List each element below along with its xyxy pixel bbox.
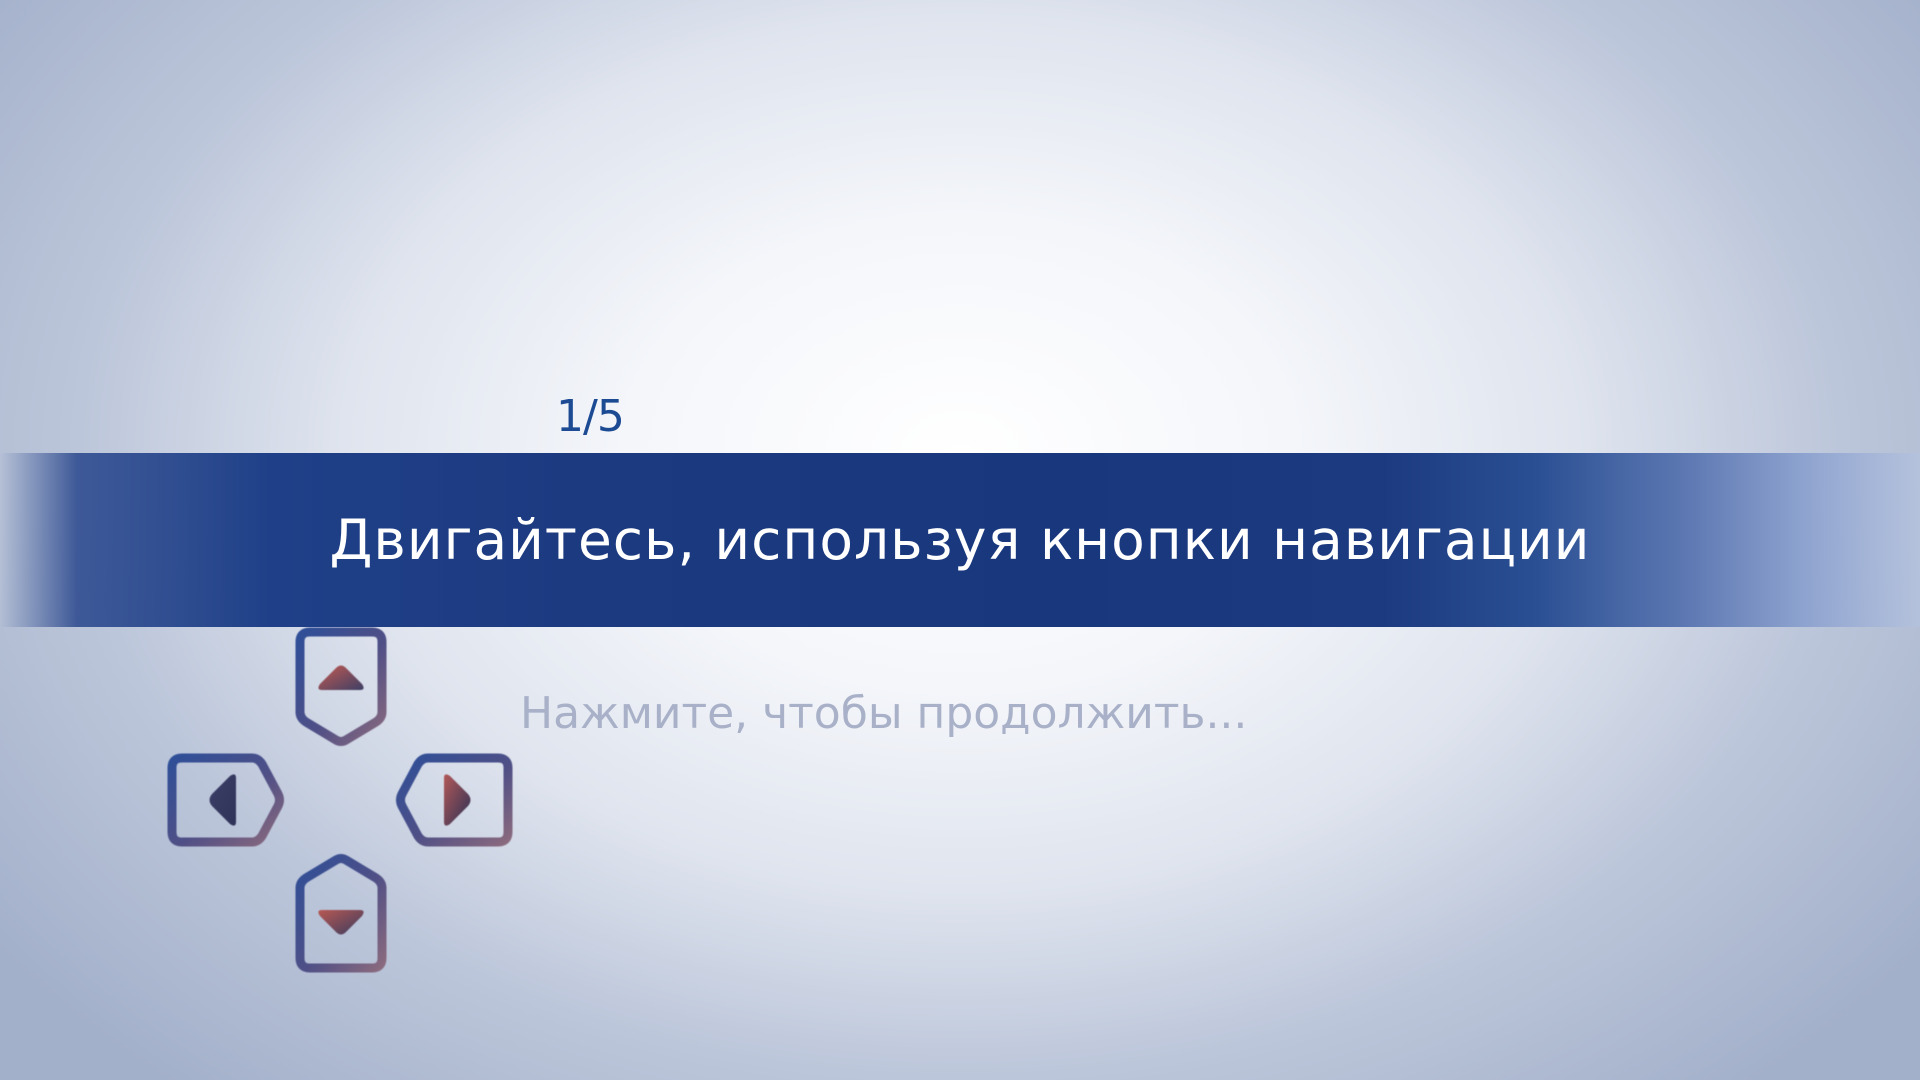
arrow-up-icon xyxy=(318,665,364,690)
arrow-left-icon xyxy=(209,774,236,826)
dpad-up-button xyxy=(295,627,387,746)
tutorial-screen[interactable]: 1/5 Двигайтесь, используя кнопки навигац… xyxy=(0,0,1920,1080)
dpad-down-button xyxy=(295,854,387,973)
dpad-left-button xyxy=(167,753,284,847)
arrow-down-icon xyxy=(318,910,364,935)
instruction-text: Двигайтесь, используя кнопки навигации xyxy=(329,508,1591,572)
arrow-right-icon xyxy=(444,774,471,826)
dpad-right-button xyxy=(396,753,513,847)
continue-hint: Нажмите, чтобы продолжить... xyxy=(520,688,1248,739)
step-counter: 1/5 xyxy=(556,391,625,442)
dpad-illustration xyxy=(160,620,560,1020)
